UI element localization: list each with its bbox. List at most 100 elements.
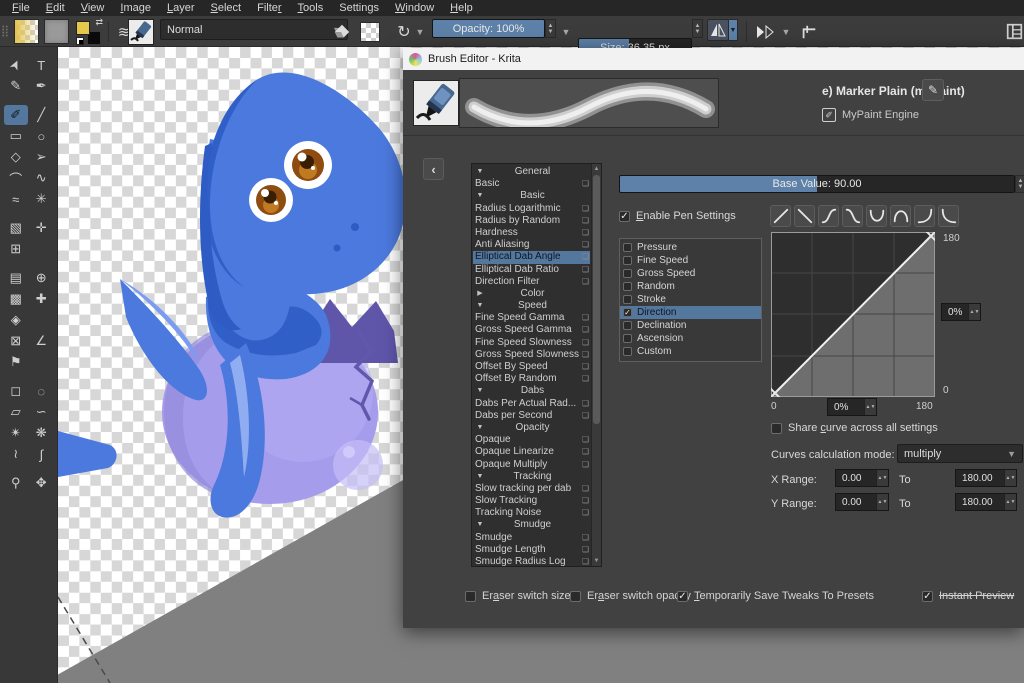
size-spinner[interactable]: ▲ ▼ [692,19,703,38]
sensor-direction[interactable]: Direction [620,306,761,319]
curve-u-shape-button[interactable] [866,205,887,227]
triangle-right-icon[interactable]: ▶ [475,288,485,300]
settings-item-smudge-length[interactable]: Smudge Length ❏ [473,544,590,556]
settings-item-hardness[interactable]: Hardness ❏ [473,227,590,239]
sensor-custom[interactable]: Custom [620,345,761,358]
edit-shapes-tool[interactable]: ✎ [4,76,28,96]
freehand-select-tool[interactable]: ∽ [29,402,53,422]
ellipse-tool[interactable]: ○ [29,126,53,146]
checkbox-icon[interactable] [623,334,632,343]
rect-select-tool[interactable]: ◻ [4,381,28,401]
menu-settings[interactable]: Settings [331,0,387,16]
checkbox-icon[interactable] [623,347,632,356]
mirror-vertical-button[interactable] [754,19,776,44]
scroll-down-icon[interactable]: ▼ [592,556,601,566]
spinner-arrows-icon[interactable]: ▲▼ [968,304,980,320]
zoom-tool[interactable]: ⚲ [4,473,28,493]
enclose-fill-tool[interactable]: ⊠ [4,331,28,351]
settings-section-basic[interactable]: ▼ Basic [473,190,590,202]
crop-tool[interactable]: ⊞ [4,239,28,259]
measure-tool[interactable]: ∠ [29,331,53,351]
pattern-chooser[interactable] [44,19,69,44]
checkbox-icon[interactable] [570,590,581,602]
polygon-tool[interactable]: ◇ [4,147,28,167]
transform-tool[interactable]: ▧ [4,218,28,238]
collapse-presets-button[interactable]: ‹ [423,158,444,180]
settings-section-speed[interactable]: ▼ Speed [473,300,590,312]
settings-item-basic[interactable]: Basic ❏ [473,178,590,190]
color-sampler-tool[interactable]: ⊕ [29,268,53,288]
select-shapes-tool[interactable]: ➤ [4,55,28,75]
spinner-arrows-icon[interactable]: ▲▼ [876,494,888,510]
menu-filter[interactable]: Filter [249,0,289,16]
checkbox-icon[interactable] [623,256,632,265]
settings-item-opaque-linearize[interactable]: Opaque Linearize ❏ [473,446,590,458]
settings-section-color[interactable]: ▶ Color [473,288,590,300]
curve-x-spinbox[interactable]: 0% ▲▼ [827,398,877,416]
menu-window[interactable]: Window [387,0,442,16]
menu-layer[interactable]: Layer [159,0,203,16]
sensor-stroke[interactable]: Stroke [620,293,761,306]
triangle-down-icon[interactable]: ▼ [475,300,485,312]
checkbox-icon[interactable] [677,590,688,602]
checkbox-icon[interactable] [465,590,476,602]
share-curve-checkbox[interactable]: Share curve across all settings [771,422,938,434]
settings-section-dabs[interactable]: ▼ Dabs [473,385,590,397]
menu-help[interactable]: Help [442,0,481,16]
footer-checkbox-instant-preview[interactable]: Instant Preview [922,590,1014,602]
dynamic-brush-tool[interactable]: ≈ [4,189,28,209]
reset-colors-icon[interactable] [76,37,84,45]
mirror-vertical-dropdown[interactable]: ▼ [780,19,792,44]
spinner-arrows-icon[interactable]: ▲▼ [1004,494,1016,510]
foreground-background-colors[interactable]: ⇄ [76,17,103,45]
swap-colors-icon[interactable]: ⇄ [95,17,103,28]
menu-view[interactable]: View [73,0,113,16]
sensors-list[interactable]: Pressure Fine Speed Gross Speed Random Strok… [619,238,762,362]
triangle-down-icon[interactable]: ▼ [475,166,485,178]
settings-item-direction-filter[interactable]: Direction Filter ❏ [473,276,590,288]
settings-item-radius-by-random[interactable]: Radius by Random ❏ [473,215,590,227]
toolbar-drag-handle[interactable]: •• •• •• •• [2,19,9,44]
text-tool[interactable]: T [29,55,53,75]
footer-checkbox-eraser-switch-opacity[interactable]: Eraser switch opacity [570,590,691,602]
magnetic-select-tool[interactable]: ∫ [29,444,53,464]
settings-item-dabs-per-second[interactable]: Dabs per Second ❏ [473,410,590,422]
curve-arch-shape-button[interactable] [890,205,911,227]
checkbox-icon[interactable] [623,295,632,304]
curve-ease-up-button[interactable] [818,205,839,227]
choose-workspace-button[interactable] [1006,19,1023,44]
curve-linear-down-button[interactable] [794,205,815,227]
sensor-fine-speed[interactable]: Fine Speed [620,254,761,267]
settings-item-fine-speed-slowness[interactable]: Fine Speed Slowness ❏ [473,337,590,349]
settings-item-elliptical-dab-angle[interactable]: Elliptical Dab Angle ❏ [473,251,590,264]
opacity-spinner[interactable]: ▲ ▼ [545,19,556,38]
similar-select-tool[interactable]: ❋ [29,423,53,443]
gradient-chooser[interactable] [14,19,39,44]
preserve-alpha-button[interactable] [360,22,380,42]
footer-checkbox-temporarily-save-tweaks-to-presets[interactable]: Temporarily Save Tweaks To Presets [677,590,874,602]
settings-item-smudge-radius-log[interactable]: Smudge Radius Log ❏ [473,556,590,568]
triangle-down-icon[interactable]: ▼ [475,385,485,397]
contiguous-select-tool[interactable]: ✴ [4,423,28,443]
menu-tools[interactable]: Tools [290,0,332,16]
mirror-horizontal-dropdown[interactable]: ▼ [729,19,738,41]
settings-item-elliptical-dab-ratio[interactable]: Elliptical Dab Ratio ❏ [473,264,590,276]
settings-item-slow-tracking[interactable]: Slow Tracking ❏ [473,495,590,507]
triangle-down-icon[interactable]: ▼ [475,519,485,531]
curve-linear-up-button[interactable] [770,205,791,227]
settings-item-gross-speed-slowness[interactable]: Gross Speed Slowness ❏ [473,349,590,361]
sensor-gross-speed[interactable]: Gross Speed [620,267,761,280]
triangle-down-icon[interactable]: ▼ [475,471,485,483]
curve-l-shape-button[interactable] [938,205,959,227]
opacity-dropdown-icon[interactable]: ▼ [560,19,572,44]
settings-section-smudge[interactable]: ▼ Smudge [473,519,590,531]
triangle-down-icon[interactable]: ▼ [475,422,485,434]
curve-ease-down-button[interactable] [842,205,863,227]
brush-settings-list[interactable]: ▼ General Basic ❏ ▼ Basic Radius Logarithmic ❏ R… [471,163,602,567]
menu-edit[interactable]: Edit [38,0,73,16]
sensor-random[interactable]: Random [620,280,761,293]
rectangle-tool[interactable]: ▭ [4,126,28,146]
checkbox-icon[interactable] [623,321,632,330]
reload-dropdown-icon[interactable]: ▼ [414,19,426,44]
settings-item-offset-by-speed[interactable]: Offset By Speed ❏ [473,361,590,373]
